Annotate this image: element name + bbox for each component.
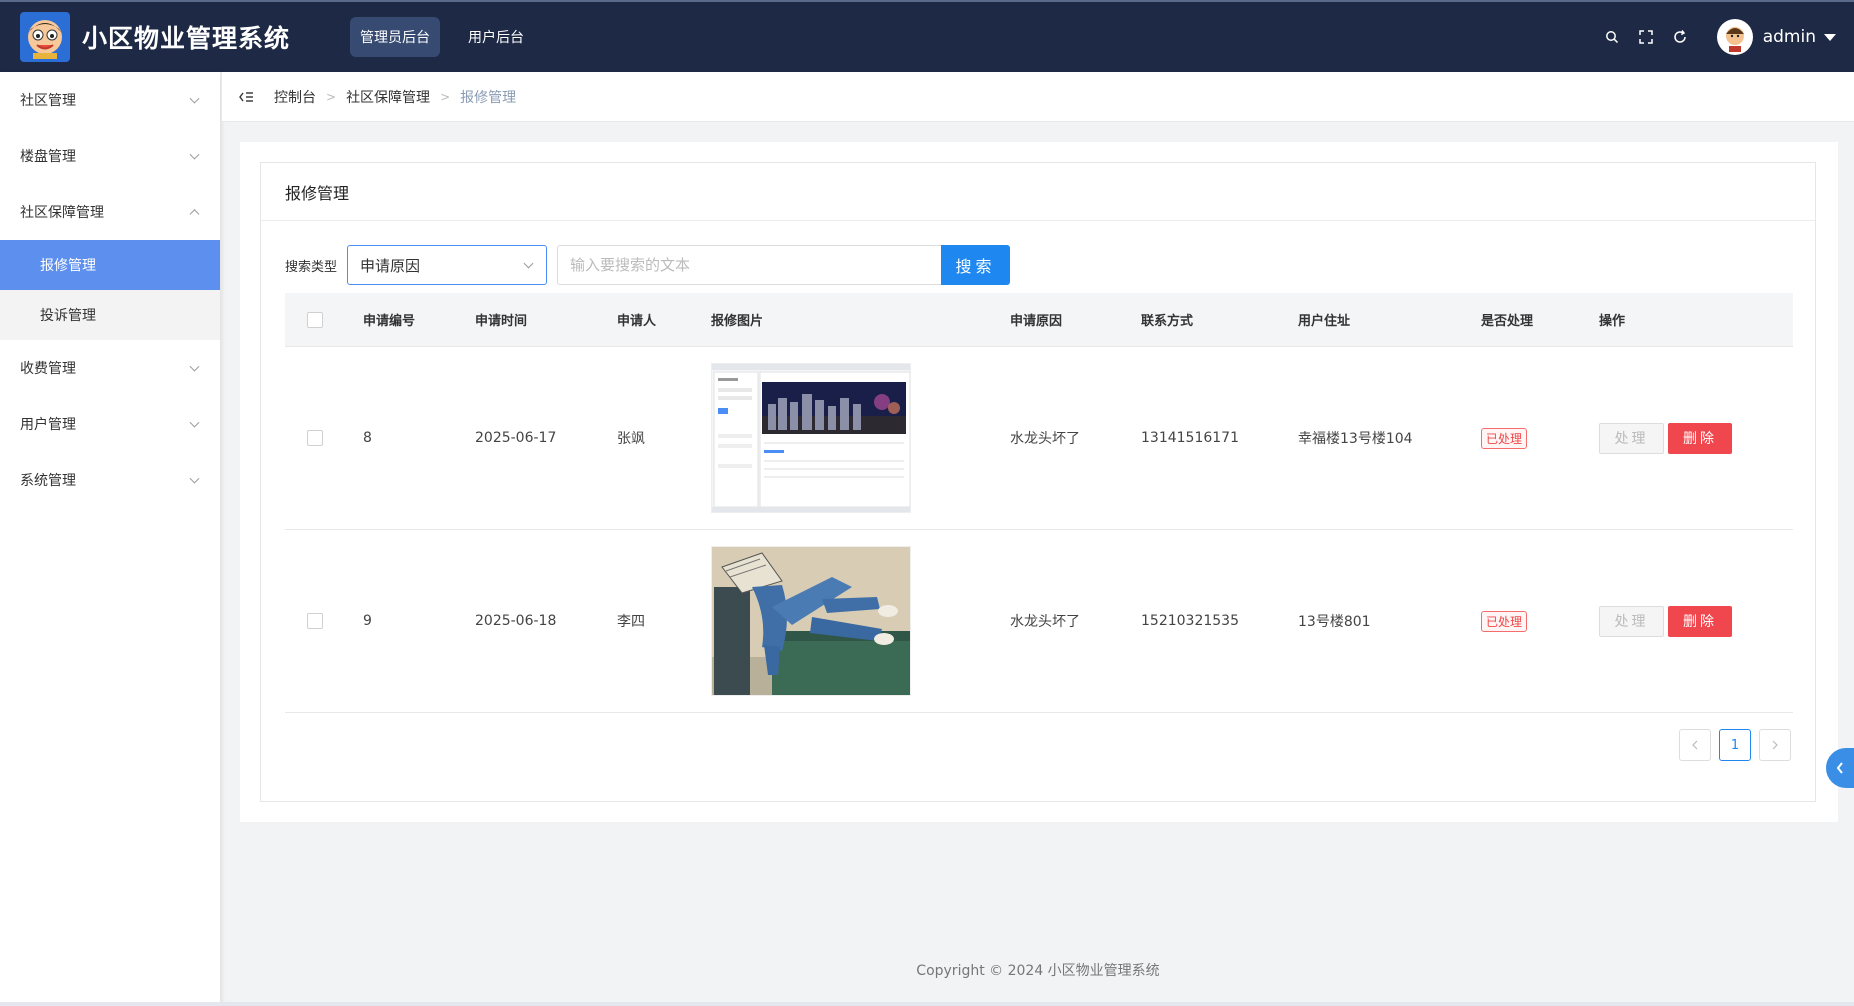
sidebar-item-label: 用户管理 xyxy=(20,417,76,433)
chevron-down-icon xyxy=(189,473,200,484)
handle-button[interactable]: 处理 xyxy=(1599,605,1664,637)
app-title: 小区物业管理系统 xyxy=(82,24,291,53)
cell-reason: 水龙头坏了 xyxy=(1010,614,1080,630)
table-row: 8 2025-06-17 张飒 水龙头坏了 13141516171 幸福楼13号… xyxy=(285,347,1793,530)
table-row: 9 2025-06-18 李四 水龙头坏了 15210321535 13号楼80… xyxy=(285,530,1793,713)
column-header: 申请编号 xyxy=(363,314,416,329)
sidebar-subitem-complaints[interactable]: 投诉管理 xyxy=(0,290,220,340)
next-page-button[interactable] xyxy=(1759,729,1791,761)
sidebar-item-label: 社区保障管理 xyxy=(20,205,104,221)
sidebar: 社区管理 楼盘管理 社区保障管理 报修管理 投诉管理 收费管理 用户管理 系统管… xyxy=(0,72,220,1006)
cell-id: 8 xyxy=(363,430,372,446)
chevron-up-icon xyxy=(189,209,200,220)
header-toolbar: admin xyxy=(1595,2,1836,72)
pagination: 1 xyxy=(1671,729,1791,761)
fullscreen-icon[interactable] xyxy=(1629,20,1663,54)
delete-button[interactable]: 删除 xyxy=(1668,422,1732,454)
column-header: 操作 xyxy=(1599,314,1626,329)
bottom-divider xyxy=(0,1002,1854,1006)
column-header: 申请时间 xyxy=(475,314,528,329)
refresh-icon[interactable] xyxy=(1663,20,1697,54)
breadcrumb-separator-icon: > xyxy=(440,89,451,104)
search-bar: 搜索类型 申请原因 搜索 xyxy=(285,245,1011,285)
breadcrumb-dashboard[interactable]: 控制台 xyxy=(274,87,316,107)
column-header: 联系方式 xyxy=(1141,314,1194,329)
repair-image-thumbnail[interactable] xyxy=(711,546,911,696)
search-type-select[interactable]: 申请原因 xyxy=(347,245,548,285)
repairs-card: 报修管理 搜索类型 申请原因 搜索 申请编号 申请时间 申请人 报修图片 申请原… xyxy=(260,162,1816,802)
chevron-down-icon xyxy=(189,149,200,160)
sidebar-item-community-service[interactable]: 社区保障管理 xyxy=(0,184,220,240)
chevron-down-icon xyxy=(189,93,200,104)
app-logo xyxy=(20,12,70,62)
search-icon[interactable] xyxy=(1595,20,1629,54)
sidebar-item-label: 收费管理 xyxy=(20,361,76,377)
breadcrumb-current: 报修管理 xyxy=(460,89,517,106)
top-header: 小区物业管理系统 管理员后台 用户后台 admin xyxy=(0,0,1854,72)
sidebar-item-fees[interactable]: 收费管理 xyxy=(0,340,220,396)
status-badge: 已处理 xyxy=(1481,427,1528,449)
cell-reason: 水龙头坏了 xyxy=(1010,431,1080,447)
repair-image-thumbnail[interactable] xyxy=(711,363,911,513)
repairs-table: 申请编号 申请时间 申请人 报修图片 申请原因 联系方式 用户住址 是否处理 操… xyxy=(285,293,1793,713)
cell-applicant: 张飒 xyxy=(617,431,645,447)
cell-applicant: 李四 xyxy=(617,614,645,630)
column-header: 申请人 xyxy=(617,314,657,329)
column-header: 是否处理 xyxy=(1481,314,1534,329)
tab-admin-backend[interactable]: 管理员后台 xyxy=(350,17,441,57)
cell-date: 2025-06-18 xyxy=(475,613,557,629)
prev-page-button[interactable] xyxy=(1679,729,1711,761)
column-header: 报修图片 xyxy=(711,314,764,329)
sidebar-item-users[interactable]: 用户管理 xyxy=(0,396,220,452)
search-input[interactable] xyxy=(557,245,942,285)
footer-copyright: Copyright © 2024 小区物业管理系统 xyxy=(916,963,1160,979)
chevron-down-icon xyxy=(523,258,534,269)
sidebar-item-label: 楼盘管理 xyxy=(20,149,76,165)
delete-button[interactable]: 删除 xyxy=(1668,605,1732,637)
row-checkbox[interactable] xyxy=(307,430,323,446)
status-badge: 已处理 xyxy=(1481,610,1528,632)
sidebar-item-label: 社区管理 xyxy=(20,93,76,109)
user-dropdown-caret-icon[interactable] xyxy=(1824,33,1836,41)
chevron-down-icon xyxy=(189,417,200,428)
breadcrumb: 控制台 > 社区保障管理 > 报修管理 xyxy=(222,72,1854,122)
breadcrumb-community-service[interactable]: 社区保障管理 xyxy=(346,87,430,107)
table-header: 申请编号 申请时间 申请人 报修图片 申请原因 联系方式 用户住址 是否处理 操… xyxy=(285,293,1793,347)
sidebar-item-buildings[interactable]: 楼盘管理 xyxy=(0,128,220,184)
cell-address: 13号楼801 xyxy=(1298,614,1371,630)
chevron-down-icon xyxy=(189,361,200,372)
column-header: 申请原因 xyxy=(1010,314,1063,329)
search-button[interactable]: 搜索 xyxy=(941,245,1011,285)
cell-phone: 13141516171 xyxy=(1141,430,1239,446)
card-title: 报修管理 xyxy=(261,163,1815,221)
cell-date: 2025-06-17 xyxy=(475,430,557,446)
sidebar-item-system[interactable]: 系统管理 xyxy=(0,452,220,508)
sidebar-item-label: 系统管理 xyxy=(20,473,76,489)
sidebar-subitem-repairs[interactable]: 报修管理 xyxy=(0,240,220,290)
collapse-sidebar-icon[interactable] xyxy=(238,88,256,106)
cell-id: 9 xyxy=(363,613,372,629)
breadcrumb-separator-icon: > xyxy=(326,89,337,104)
handle-button[interactable]: 处理 xyxy=(1599,422,1664,454)
search-type-value: 申请原因 xyxy=(360,256,421,275)
search-type-label: 搜索类型 xyxy=(285,259,338,275)
row-checkbox[interactable] xyxy=(307,613,323,629)
select-all-checkbox[interactable] xyxy=(307,311,323,328)
content-area: 报修管理 搜索类型 申请原因 搜索 申请编号 申请时间 申请人 报修图片 申请原… xyxy=(240,142,1838,822)
tab-user-backend[interactable]: 用户后台 xyxy=(458,17,534,57)
page-number[interactable]: 1 xyxy=(1719,729,1751,761)
cell-address: 幸福楼13号楼104 xyxy=(1298,431,1413,447)
username[interactable]: admin xyxy=(1763,27,1816,47)
column-header: 用户住址 xyxy=(1298,314,1351,329)
sidebar-item-community[interactable]: 社区管理 xyxy=(0,72,220,128)
avatar[interactable] xyxy=(1716,19,1753,55)
cell-phone: 15210321535 xyxy=(1141,613,1239,629)
